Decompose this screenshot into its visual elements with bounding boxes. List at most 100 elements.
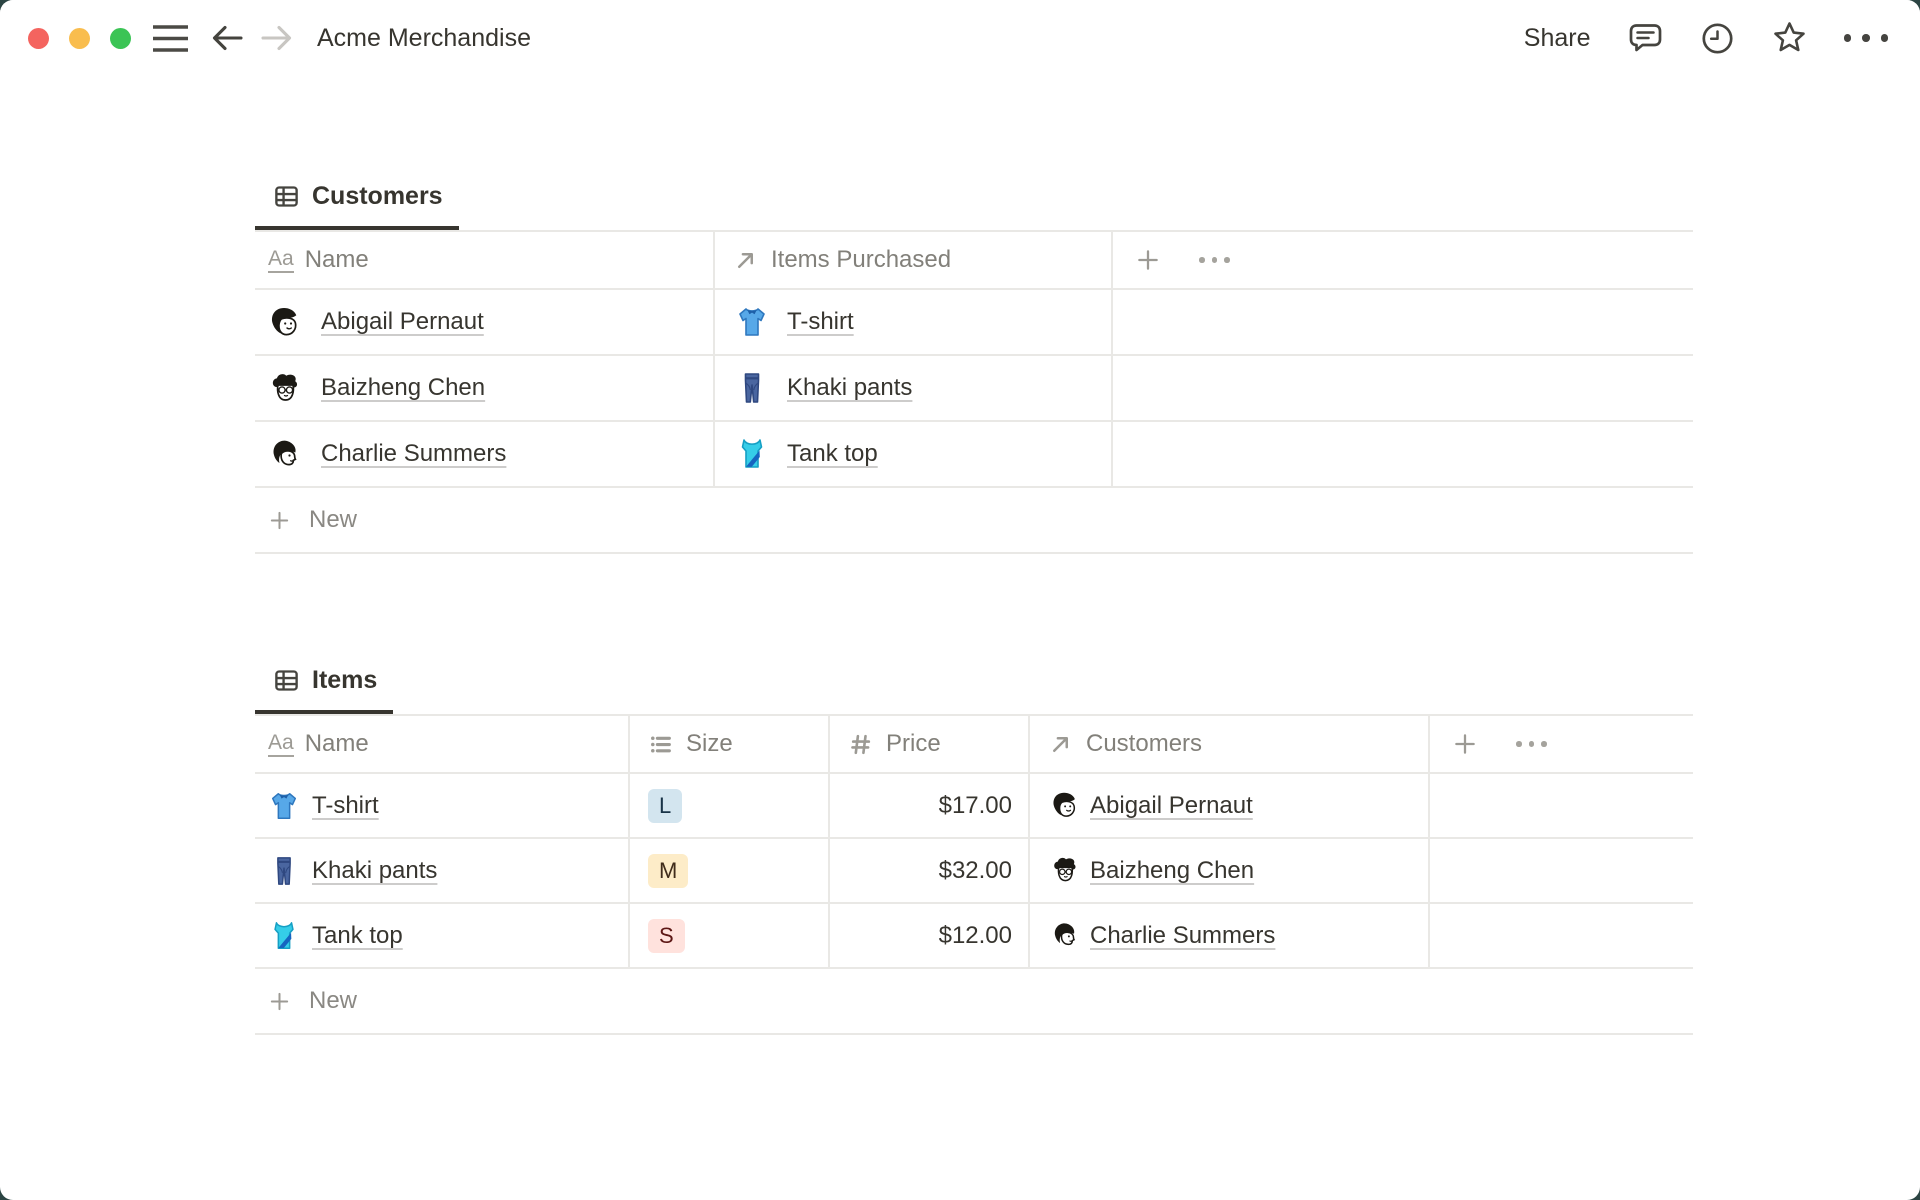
column-header-name[interactable]: Aa Name [255,716,630,772]
add-property-button[interactable] [1135,247,1161,273]
column-header-items-purchased[interactable]: Items Purchased [715,232,1113,288]
items-new-row: New [255,969,1693,1035]
items-section: Items Aa Name Size Price Customers T-shi… [255,650,1693,1035]
tab-customers[interactable]: Customers [255,166,459,230]
customers-relation-cell[interactable]: Charlie Summers [1030,904,1430,967]
clock-icon [1701,22,1733,54]
more-options-button[interactable] [1843,34,1888,42]
items-header-actions [1430,716,1693,772]
forward-button[interactable] [254,0,298,76]
tanktop-icon [735,437,769,471]
items-purchased-cell[interactable]: Khaki pants [715,356,1113,420]
topbar: Acme Merchandise Share [0,0,1920,76]
item-page-link[interactable]: Tank top [787,440,878,468]
empty-cell[interactable] [1113,356,1693,420]
customer-page-link[interactable]: Baizheng Chen [321,374,485,402]
items-purchased-cell[interactable]: T-shirt [715,290,1113,354]
star-icon [1773,22,1805,52]
item-page-link[interactable]: Tank top [312,922,403,950]
baizheng-avatar-icon [268,372,301,405]
table-options-button[interactable] [1199,257,1230,263]
empty-cell[interactable] [1113,290,1693,354]
add-property-button[interactable] [1452,731,1478,757]
size-tag: L [648,788,683,823]
customer-page-link[interactable]: Charlie Summers [321,440,506,468]
window-controls [28,28,131,49]
customer-name-cell[interactable]: Baizheng Chen [255,356,715,420]
jeans-icon [268,855,300,887]
customers-table: Aa Name Items Purchased Abigail Pernaut … [255,230,1693,554]
text-property-icon: Aa [268,732,294,757]
items-row-1: T-shirt L $17.00 Abigail Pernaut [255,774,1693,839]
empty-cell[interactable] [1113,422,1693,486]
table-options-button[interactable] [1516,741,1547,747]
share-button[interactable]: Share [1524,24,1591,53]
item-page-link[interactable]: Khaki pants [312,857,437,885]
empty-cell[interactable] [1430,774,1693,837]
tab-items[interactable]: Items [255,650,394,714]
history-button[interactable] [1700,21,1735,56]
text-property-icon: Aa [268,248,294,273]
tanktop-icon [268,920,300,952]
favorite-button[interactable] [1771,20,1808,56]
item-name-cell[interactable]: T-shirt [255,774,630,837]
item-page-link[interactable]: T-shirt [312,792,379,820]
add-customer-row-button[interactable]: New [255,488,1693,552]
item-page-link[interactable]: Khaki pants [787,374,912,402]
empty-cell[interactable] [1430,904,1693,967]
close-window-button[interactable] [28,28,49,49]
items-row-3: Tank top S $12.00 Charlie Summers [255,904,1693,969]
hamburger-icon [152,24,188,52]
customer-name-cell[interactable]: Charlie Summers [255,422,715,486]
zoom-window-button[interactable] [110,28,131,49]
size-cell[interactable]: S [630,904,830,967]
customer-page-link[interactable]: Abigail Pernaut [1090,792,1253,820]
customers-tab-label: Customers [312,181,443,210]
customers-row-3: Charlie Summers Tank top [255,422,1693,488]
column-header-price[interactable]: Price [830,716,1030,772]
item-name-cell[interactable]: Tank top [255,904,630,967]
tshirt-icon [735,305,769,339]
abigail-avatar-icon [1050,791,1079,820]
customer-page-link[interactable]: Abigail Pernaut [321,308,484,336]
price-cell[interactable]: $12.00 [830,904,1030,967]
customers-relation-cell[interactable]: Baizheng Chen [1030,839,1430,902]
customers-row-1: Abigail Pernaut T-shirt [255,290,1693,356]
abigail-avatar-icon [268,306,301,339]
back-button[interactable] [206,0,250,76]
jeans-icon [735,371,769,405]
items-purchased-cell[interactable]: Tank top [715,422,1113,486]
item-name-cell[interactable]: Khaki pants [255,839,630,902]
table-view-icon [273,667,300,694]
items-tab-label: Items [312,665,378,694]
item-page-link[interactable]: T-shirt [787,308,854,336]
column-header-name[interactable]: Aa Name [255,232,715,288]
customer-name-cell[interactable]: Abigail Pernaut [255,290,715,354]
empty-cell[interactable] [1430,839,1693,902]
baizheng-avatar-icon [1050,856,1079,885]
customers-new-row: New [255,488,1693,554]
customers-header-actions [1113,232,1693,288]
items-table: Aa Name Size Price Customers T-shirt L $… [255,714,1693,1035]
price-cell[interactable]: $17.00 [830,774,1030,837]
sidebar-toggle-button[interactable] [150,0,190,76]
number-property-icon [848,732,873,757]
customers-relation-cell[interactable]: Abigail Pernaut [1030,774,1430,837]
customers-section: Customers Aa Name Items Purchased Abigai… [255,166,1693,554]
plus-icon [268,990,291,1013]
price-cell[interactable]: $32.00 [830,839,1030,902]
minimize-window-button[interactable] [69,28,90,49]
add-item-row-button[interactable]: New [255,969,1693,1033]
items-header-row: Aa Name Size Price Customers [255,716,1693,774]
tshirt-icon [268,790,300,822]
page-title[interactable]: Acme Merchandise [317,0,531,76]
size-cell[interactable]: L [630,774,830,837]
size-cell[interactable]: M [630,839,830,902]
column-header-size[interactable]: Size [630,716,830,772]
column-header-customers[interactable]: Customers [1030,716,1430,772]
forward-icon [261,25,292,51]
customer-page-link[interactable]: Baizheng Chen [1090,857,1254,885]
charlie-avatar-icon [1050,921,1079,950]
comments-button[interactable] [1627,20,1664,56]
customer-page-link[interactable]: Charlie Summers [1090,922,1275,950]
